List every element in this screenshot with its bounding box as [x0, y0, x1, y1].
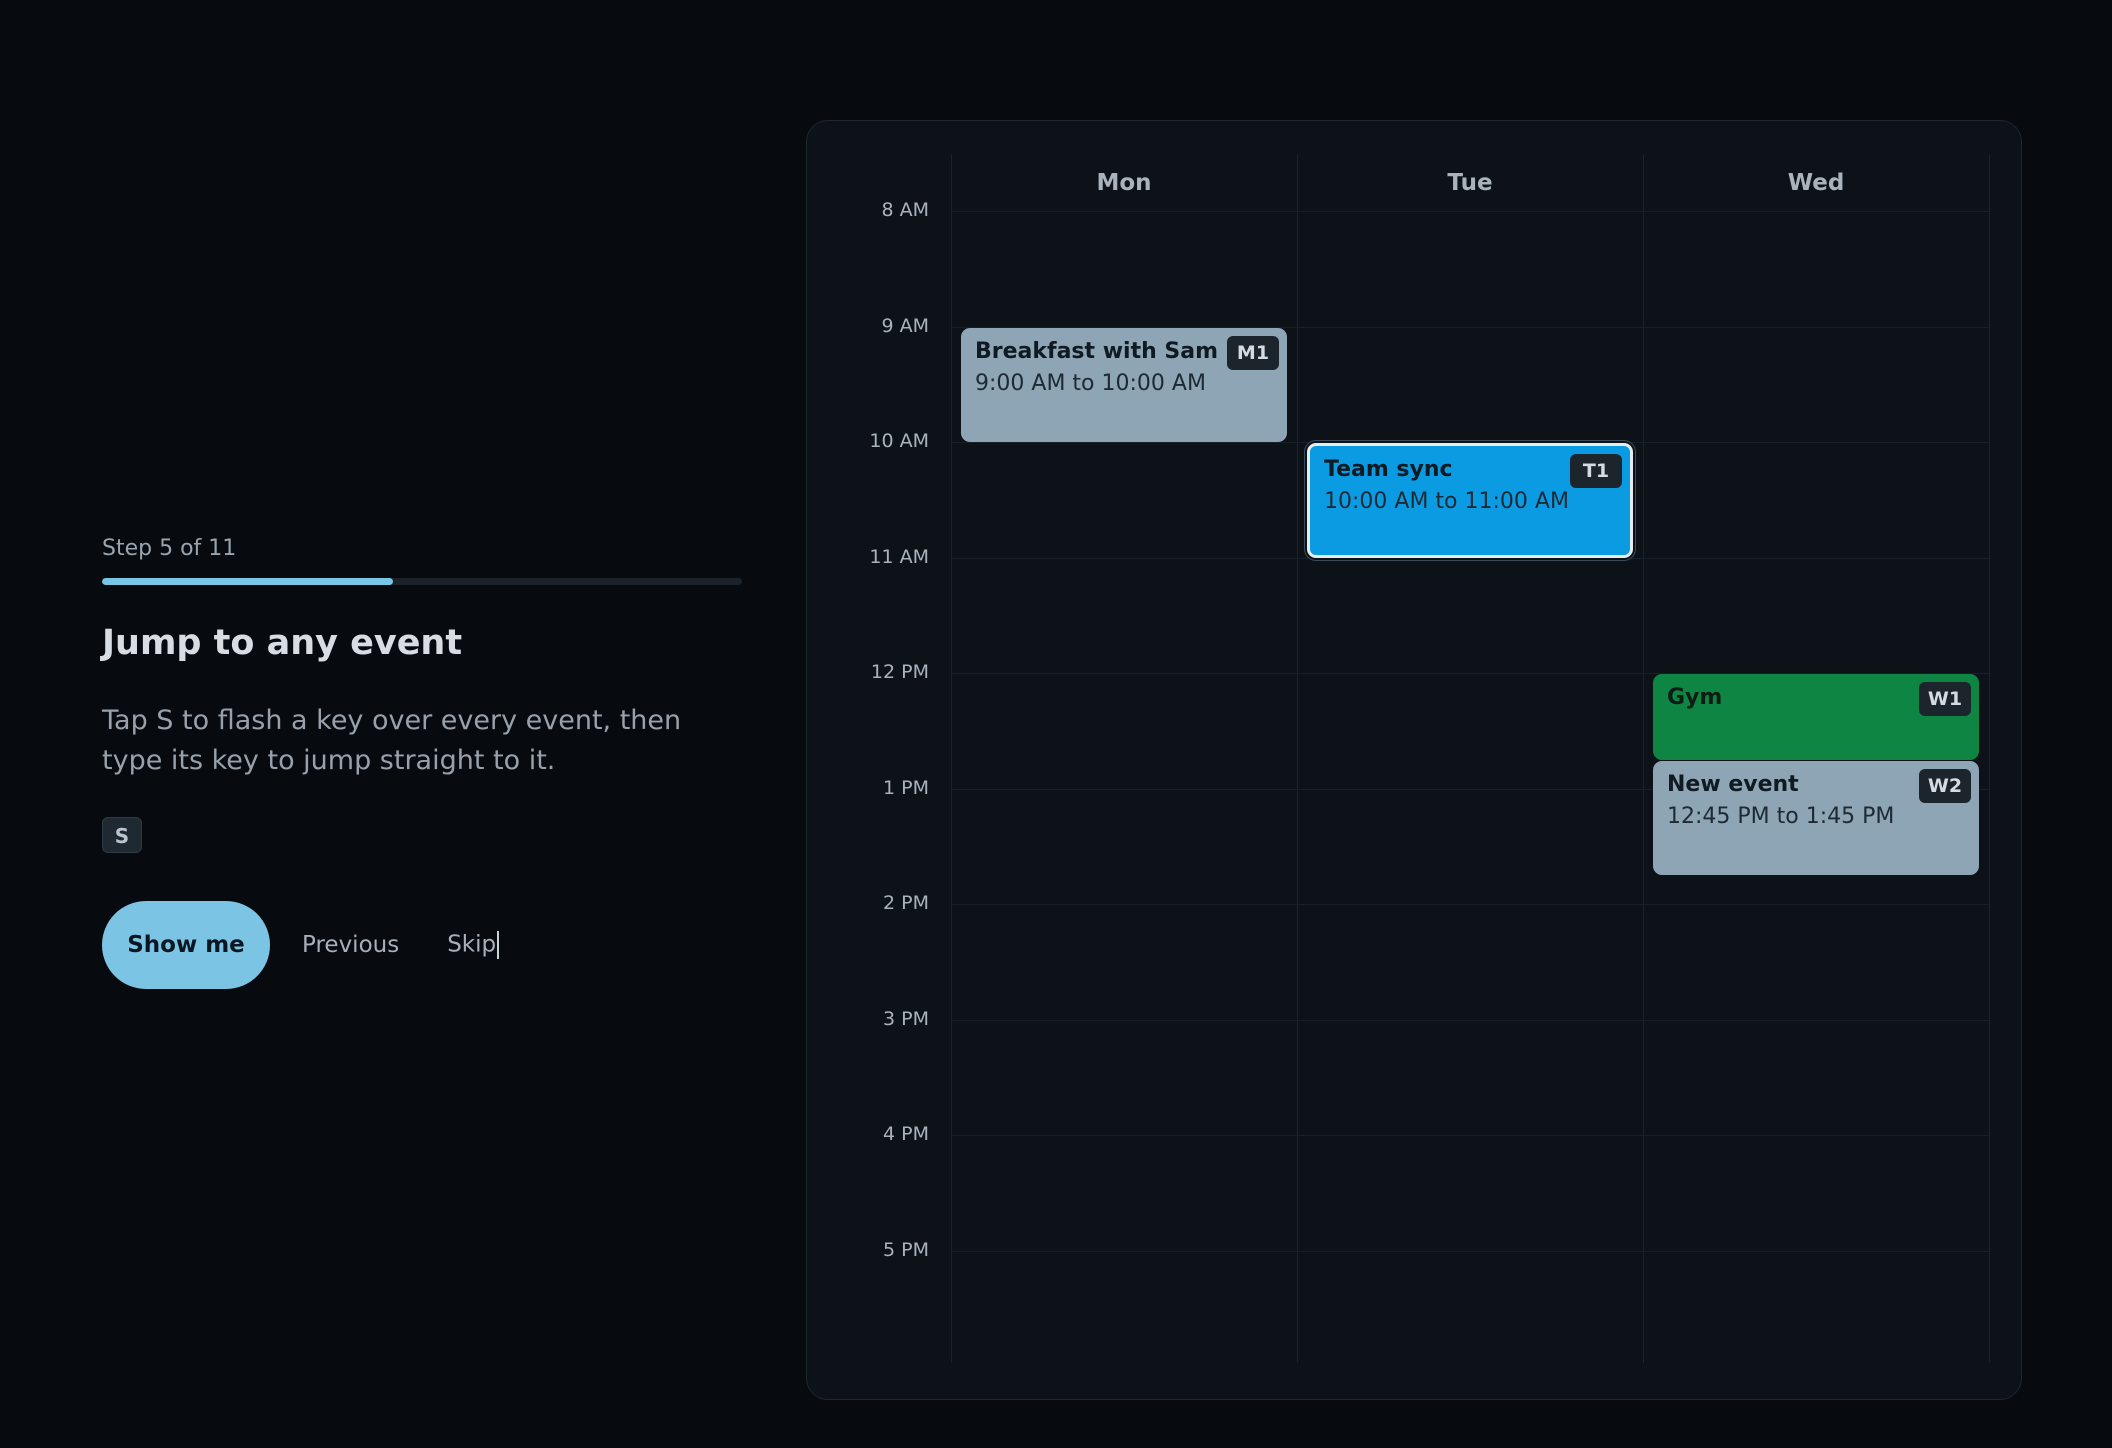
keyboard-key-hint: S: [102, 817, 142, 853]
time-label: 2 PM: [883, 892, 929, 914]
time-label: 8 AM: [881, 199, 929, 221]
day-header-wed: Wed: [1787, 170, 1845, 196]
calendar-grid: Mon Tue Wed Breakfast with Sam 9:00 AM to 10…: [951, 155, 1991, 1363]
onboarding-panel: Step 5 of 11 Jump to any event Tap S to …: [102, 532, 742, 989]
event-time: 10:00 AM to 11:00 AM: [1324, 489, 1569, 514]
calendar-event[interactable]: Breakfast with Sam 9:00 AM to 10:00 AM M1: [961, 327, 1287, 442]
event-jump-key-badge: M1: [1227, 335, 1279, 370]
text-cursor: [497, 931, 500, 959]
event-jump-key-badge: T1: [1570, 454, 1622, 488]
event-jump-key-badge: W2: [1919, 768, 1971, 803]
day-header-mon: Mon: [1096, 170, 1152, 196]
day-header-tue: Tue: [1447, 170, 1493, 196]
time-label: 12 PM: [870, 661, 929, 683]
hour-gridline: [951, 1135, 1991, 1136]
time-label: 9 AM: [881, 314, 929, 337]
show-me-button[interactable]: Show me: [102, 901, 270, 989]
previous-button[interactable]: Previous: [302, 932, 399, 958]
time-label: 5 PM: [883, 1238, 929, 1261]
time-label: 11 AM: [869, 545, 929, 568]
tour-title: Jump to any event: [102, 623, 463, 663]
tour-description: Tap S to flash a key over every event, t…: [102, 705, 682, 776]
step-indicator: Step 5 of 11: [102, 536, 237, 561]
skip-label: Skip: [447, 931, 497, 958]
column-divider: [1989, 155, 1990, 1363]
event-time: 12:45 PM to 1:45 PM: [1667, 803, 1895, 829]
progress-bar-fill: [102, 578, 393, 585]
app-root: Step 5 of 11 Jump to any event Tap S to …: [0, 0, 2112, 1448]
hour-gridline: [951, 904, 1991, 905]
event-jump-key-badge: W1: [1919, 682, 1971, 716]
column-divider: [951, 155, 952, 1363]
column-divider: [1297, 155, 1298, 1363]
tour-actions: Show me Previous Skip: [102, 901, 742, 989]
skip-button[interactable]: Skip: [447, 931, 500, 959]
calendar-event[interactable]: Gym W1: [1653, 674, 1979, 760]
column-divider: [1643, 155, 1644, 1363]
time-label: 1 PM: [883, 776, 929, 799]
progress-bar: [102, 578, 742, 585]
event-time: 9:00 AM to 10:00 AM: [975, 370, 1206, 396]
hour-gridline: [951, 557, 1991, 559]
calendar-panel: Mon Tue Wed Breakfast with Sam 9:00 AM to 10…: [806, 120, 2022, 1400]
calendar-event[interactable]: Team sync 10:00 AM to 11:00 AM T1: [1307, 443, 1633, 558]
time-label: 4 PM: [883, 1123, 929, 1145]
calendar-event[interactable]: New event 12:45 PM to 1:45 PM W2: [1653, 760, 1979, 876]
hour-gridline: [951, 211, 1991, 212]
hour-gridline: [951, 1019, 1991, 1021]
time-label: 10 AM: [869, 430, 929, 452]
hour-gridline: [951, 1250, 1991, 1252]
time-label: 3 PM: [883, 1007, 929, 1030]
